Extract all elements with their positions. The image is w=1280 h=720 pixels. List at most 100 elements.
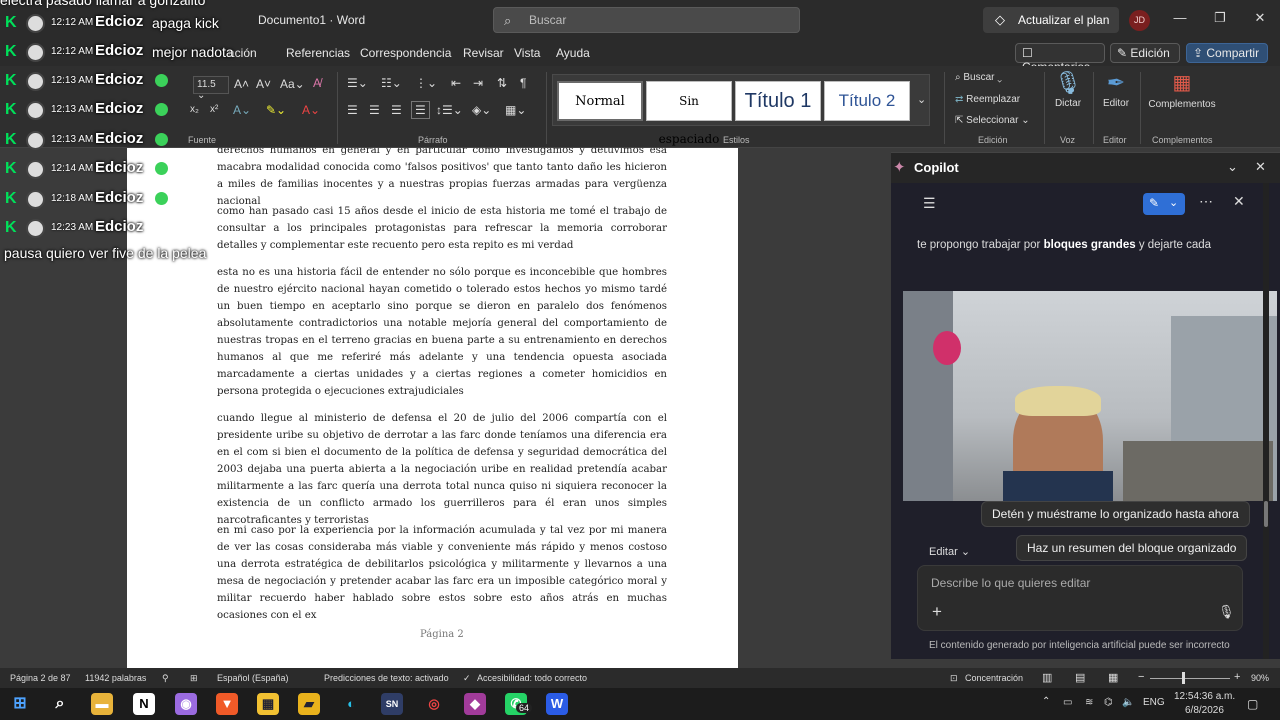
close-icon[interactable]: ✕: [1250, 10, 1270, 26]
brave-icon[interactable]: ▼: [216, 693, 238, 715]
shading-icon[interactable]: ◈⌄: [472, 103, 491, 117]
microphone-icon[interactable]: 🎙: [1218, 604, 1235, 620]
menu-tab-referencias[interactable]: Referencias: [286, 46, 350, 60]
new-chat-button[interactable]: ✎ ⌄: [1143, 193, 1185, 215]
menu-tab-vista[interactable]: Vista: [514, 46, 540, 60]
maximize-icon[interactable]: ❐: [1210, 10, 1230, 26]
bullets-icon[interactable]: ☰⌄: [347, 76, 368, 90]
highlight-icon[interactable]: ✎⌄: [266, 103, 286, 117]
volume-icon[interactable]: 🔈: [1122, 697, 1134, 708]
app-icon[interactable]: ◉: [175, 693, 197, 715]
paragraph[interactable]: cuando llegue al ministerio de defensa e…: [217, 410, 667, 529]
search-box[interactable]: ⌕ Buscar: [493, 7, 800, 33]
paragraph[interactable]: esta no es una historia fácil de entende…: [217, 264, 667, 400]
editing-mode-button[interactable]: ✎ Edición: [1110, 43, 1180, 63]
align-left-icon[interactable]: ☰: [347, 103, 358, 117]
page-count[interactable]: Página 2 de 87: [10, 673, 71, 683]
notifications-icon[interactable]: ▢: [1247, 697, 1258, 711]
clock-date[interactable]: 6/8/2026: [1185, 705, 1224, 716]
clock-time[interactable]: 12:54:36 a.m.: [1174, 691, 1235, 702]
read-mode-icon[interactable]: ▥: [1042, 671, 1052, 684]
justify-icon[interactable]: ☰: [411, 101, 430, 119]
close-pane-icon[interactable]: ✕: [1255, 159, 1266, 175]
accessibility-status[interactable]: Accesibilidad: todo correcto: [477, 673, 587, 683]
paragraph[interactable]: como han pasado casi 15 años desde el in…: [217, 203, 667, 254]
proofing-icon[interactable]: ⚲: [162, 673, 169, 684]
search-icon[interactable]: ⌕: [49, 693, 71, 715]
input-language[interactable]: ENG: [1143, 697, 1165, 708]
share-button[interactable]: ⇪ Compartir: [1186, 43, 1268, 63]
wifi-icon[interactable]: ≋: [1085, 697, 1093, 708]
borders-icon[interactable]: ▦⌄: [505, 103, 526, 117]
zoom-in-icon[interactable]: +: [1234, 671, 1240, 683]
menu-tab-revisar[interactable]: Revisar: [463, 46, 504, 60]
zoom-level[interactable]: 90%: [1251, 673, 1269, 683]
sticky-notes-icon[interactable]: ▰: [298, 693, 320, 715]
battery-icon[interactable]: ▭: [1063, 697, 1072, 708]
print-layout-icon[interactable]: ▤: [1075, 671, 1085, 684]
minimize-icon[interactable]: —: [1170, 10, 1190, 25]
language[interactable]: Español (España): [217, 673, 289, 683]
edit-mode-dropdown[interactable]: Editar ⌄: [929, 545, 970, 558]
file-explorer-icon[interactable]: ▬: [91, 693, 113, 715]
pilcrow-icon[interactable]: ¶: [520, 76, 526, 90]
start-icon[interactable]: ⊞: [9, 693, 31, 715]
sort-icon[interactable]: ⇅: [497, 76, 507, 90]
style-normal[interactable]: Normal: [557, 81, 643, 121]
suggestion-chip[interactable]: Detén y muéstrame lo organizado hasta ah…: [981, 501, 1250, 527]
line-spacing-icon[interactable]: ↕☰⌄: [436, 103, 463, 117]
dictate-button[interactable]: 🎙 Dictar: [1052, 70, 1084, 109]
zoom-slider[interactable]: [1150, 678, 1230, 679]
web-layout-icon[interactable]: ▦: [1108, 671, 1118, 684]
font-color-icon[interactable]: A⌄: [302, 103, 320, 117]
editor-button[interactable]: ✒ Editor: [1100, 70, 1132, 109]
more-icon[interactable]: ⋯: [1199, 193, 1213, 210]
chevron-up-icon[interactable]: ⌃: [1042, 696, 1050, 707]
decrease-indent-icon[interactable]: ⇤: [451, 76, 461, 90]
align-right-icon[interactable]: ☰: [391, 103, 402, 117]
network-icon[interactable]: ⌬: [1104, 697, 1113, 708]
menu-tab-correspondencia[interactable]: Correspondencia: [360, 46, 451, 60]
multilevel-icon[interactable]: ⋮⌄: [415, 76, 437, 90]
upgrade-plan-button[interactable]: ◇ Actualizar el plan: [983, 7, 1119, 33]
paragraph[interactable]: en mi caso por la experiencia por la inf…: [217, 522, 667, 624]
app-icon[interactable]: ◆: [464, 693, 486, 715]
menu-tab-ayuda[interactable]: Ayuda: [556, 46, 590, 60]
menu-icon[interactable]: ☰: [923, 195, 936, 212]
add-icon[interactable]: +: [932, 602, 942, 622]
zoom-slider-thumb[interactable]: [1182, 672, 1185, 684]
focus-mode[interactable]: Concentración: [965, 673, 1023, 683]
obs-icon[interactable]: ◎: [423, 693, 445, 715]
text-predictions[interactable]: Predicciones de texto: activado: [324, 673, 449, 683]
chevron-down-icon[interactable]: ⌄: [1227, 159, 1238, 175]
style-heading-2[interactable]: Título 2: [824, 81, 910, 121]
style-heading-1[interactable]: Título 1: [735, 81, 821, 121]
addins-button[interactable]: ▦ Complementos: [1146, 70, 1218, 110]
change-case-icon[interactable]: Aa⌄: [280, 77, 305, 91]
suggestion-chip[interactable]: Haz un resumen del bloque organizado: [1016, 535, 1248, 561]
word-icon[interactable]: W: [546, 693, 568, 715]
styles-more-icon[interactable]: ⌄: [917, 93, 926, 106]
notion-icon[interactable]: N: [133, 693, 155, 715]
shrink-font-icon[interactable]: A˅: [256, 77, 271, 91]
replace-button[interactable]: ⇄ Reemplazar: [955, 94, 1020, 105]
scrollbar[interactable]: [1263, 183, 1269, 659]
store-icon[interactable]: ▦: [257, 693, 279, 715]
style-no-spacing[interactable]: Sin espaciado: [646, 81, 732, 146]
comments-button[interactable]: ☐ Comentarios: [1015, 43, 1105, 74]
scrollbar-thumb[interactable]: [1264, 501, 1268, 527]
edge-icon[interactable]: ◐: [340, 693, 362, 715]
align-center-icon[interactable]: ☰: [369, 103, 380, 117]
avatar[interactable]: JD: [1129, 10, 1150, 31]
prompt-input[interactable]: Describe lo que quieres editar + 🎙: [917, 565, 1243, 631]
clear-format-icon[interactable]: A̸: [313, 76, 321, 90]
numbering-icon[interactable]: ☷⌄: [381, 76, 402, 90]
zoom-out-icon[interactable]: −: [1138, 671, 1144, 683]
close-icon[interactable]: ✕: [1233, 193, 1245, 210]
app-sn-icon[interactable]: SN: [381, 693, 403, 715]
increase-indent-icon[interactable]: ⇥: [473, 76, 483, 90]
select-button[interactable]: ⇱ Seleccionar ⌄: [955, 115, 1030, 126]
paragraph[interactable]: derechos humanos en general y en particu…: [217, 148, 667, 210]
word-count[interactable]: 11942 palabras: [85, 673, 146, 683]
find-button[interactable]: ⌕ Buscar ⌄: [955, 72, 1002, 83]
